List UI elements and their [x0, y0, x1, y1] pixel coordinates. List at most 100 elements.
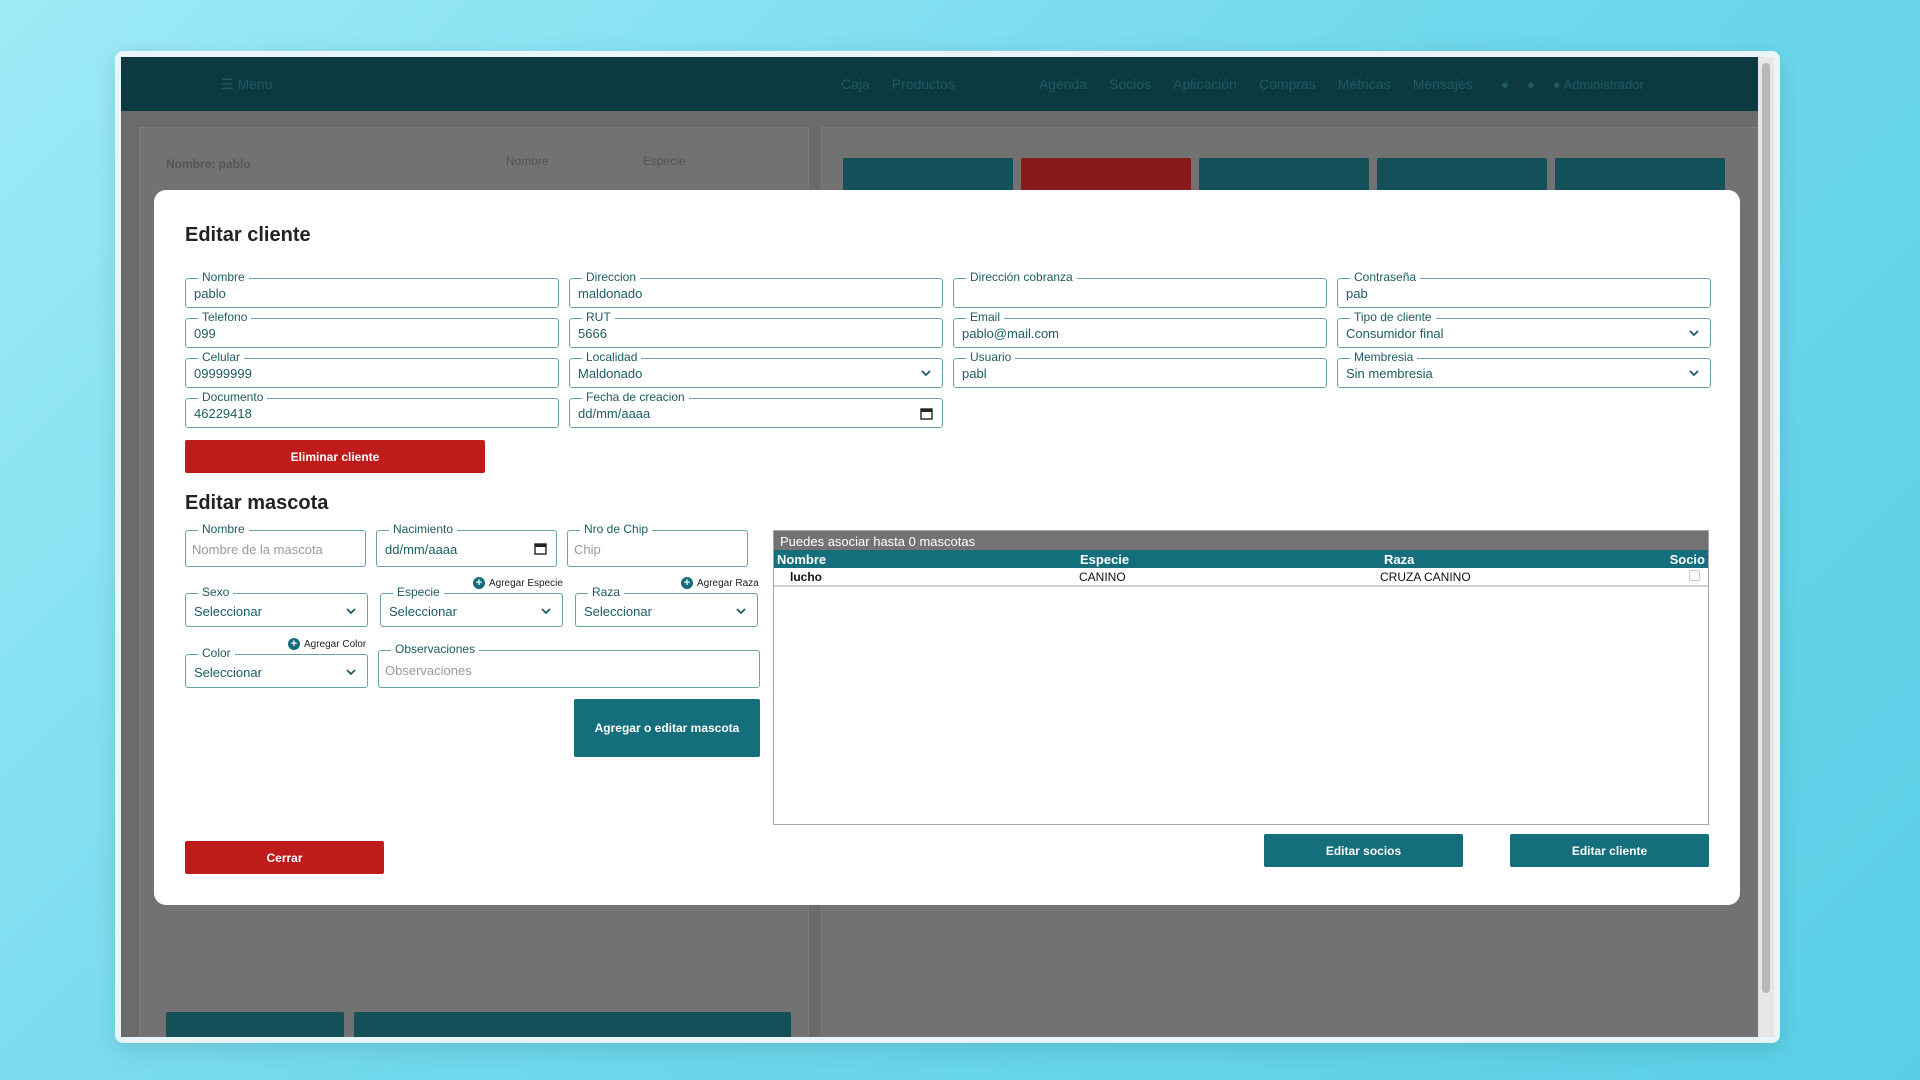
- client-type-select[interactable]: Tipo de cliente Consumidor final: [1337, 310, 1711, 348]
- header-especie: Especie: [1080, 552, 1130, 567]
- pet-row-socio-checkbox[interactable]: [1689, 570, 1700, 581]
- pet-chip-field[interactable]: Nro de Chip: [567, 522, 748, 567]
- password-label: Contraseña: [1350, 270, 1421, 284]
- nav-productos[interactable]: Productos: [892, 76, 955, 92]
- mobile-field[interactable]: Celular 09999999: [185, 350, 559, 388]
- phone-label: Telefono: [198, 310, 252, 324]
- client-address-field[interactable]: Direccion maldonado: [569, 270, 943, 308]
- creation-date-field[interactable]: Fecha de creacion dd/mm/aaaa: [569, 390, 943, 428]
- email-value: pablo@mail.com: [962, 326, 1060, 341]
- nav-compras[interactable]: Compras: [1259, 76, 1316, 92]
- membership-label: Membresia: [1350, 350, 1418, 364]
- main-nav: Caja Productos Agenda Socios Aplicación …: [841, 76, 1473, 92]
- bg-filter-label: Nombre: pablo: [166, 157, 251, 171]
- edit-client-modal: Editar cliente Nombre pablo Direccion ma…: [154, 190, 1740, 905]
- save-pet-button[interactable]: Agregar o editar mascota: [574, 699, 760, 757]
- bg-button-3: [1199, 158, 1369, 194]
- calendar-icon[interactable]: [920, 407, 933, 420]
- rut-value: 5666: [578, 326, 607, 341]
- chevron-down-icon: [541, 608, 551, 615]
- creation-date-label: Fecha de creacion: [582, 390, 689, 404]
- document-label: Documento: [198, 390, 268, 404]
- delete-client-button[interactable]: Eliminar cliente: [185, 440, 485, 473]
- pet-notes-field[interactable]: Observaciones: [378, 642, 760, 688]
- mobile-label: Celular: [198, 350, 245, 364]
- nav-socios[interactable]: Socios: [1109, 76, 1151, 92]
- add-color-link[interactable]: + Agregar Color: [288, 638, 366, 650]
- pet-row-breed: CRUZA CANINO: [1380, 570, 1471, 584]
- pet-name-label: Nombre: [198, 522, 249, 536]
- password-field[interactable]: Contraseña pab: [1337, 270, 1711, 308]
- billing-address-label: Dirección cobranza: [966, 270, 1077, 284]
- mobile-value: 09999999: [194, 366, 252, 381]
- pet-notes-label: Observaciones: [391, 642, 480, 656]
- pets-table: Puedes asociar hasta 0 mascotas Nombre E…: [773, 530, 1709, 825]
- pet-name-field[interactable]: Nombre: [185, 522, 366, 567]
- nav-caja[interactable]: Caja: [841, 76, 870, 92]
- add-breed-label: Agregar Raza: [697, 577, 759, 589]
- locality-select[interactable]: Localidad Maldonado: [569, 350, 943, 388]
- creation-date-value: dd/mm/aaaa: [578, 406, 651, 421]
- chevron-down-icon: [736, 608, 746, 615]
- locality-label: Localidad: [582, 350, 642, 364]
- pet-notes-input[interactable]: [385, 660, 735, 680]
- nav-metricas[interactable]: Métricas: [1338, 76, 1391, 92]
- pet-chip-label: Nro de Chip: [580, 522, 653, 536]
- calendar-icon[interactable]: [534, 542, 547, 555]
- document-field[interactable]: Documento 46229418: [185, 390, 559, 428]
- pets-table-header: Nombre Especie Raza Socio: [774, 550, 1708, 568]
- pet-breed-label: Raza: [588, 585, 625, 599]
- chevron-down-icon: [921, 370, 931, 377]
- pet-breed-select[interactable]: Raza Seleccionar: [575, 585, 758, 627]
- username-field[interactable]: Usuario pabl: [953, 350, 1327, 388]
- close-button[interactable]: Cerrar: [185, 841, 384, 874]
- add-species-label: Agregar Especie: [489, 577, 563, 589]
- pet-color-select[interactable]: Color Seleccionar: [185, 646, 368, 688]
- nav-agenda[interactable]: Agenda: [1039, 76, 1087, 92]
- pet-sex-label: Sexo: [198, 585, 234, 599]
- client-address-value: maldonado: [578, 286, 643, 301]
- client-type-label: Tipo de cliente: [1350, 310, 1436, 324]
- pet-sex-select[interactable]: Sexo Seleccionar: [185, 585, 368, 627]
- client-type-value: Consumidor final: [1346, 326, 1444, 341]
- pet-birth-field[interactable]: Nacimiento dd/mm/aaaa: [376, 522, 557, 567]
- nav-aplicacion[interactable]: Aplicación: [1173, 76, 1237, 92]
- chevron-down-icon: [346, 669, 356, 676]
- bg-button-4: [1377, 158, 1547, 194]
- membership-select[interactable]: Membresia Sin membresia: [1337, 350, 1711, 388]
- bg-button-2: [1021, 158, 1191, 194]
- bell-icon[interactable]: ●: [1501, 77, 1509, 92]
- username-label: Usuario: [966, 350, 1016, 364]
- menu-button[interactable]: ☰ Menu: [221, 76, 272, 93]
- edit-client-button[interactable]: Editar cliente: [1510, 834, 1709, 867]
- page-scrollbar[interactable]: [1758, 57, 1774, 1037]
- pet-chip-input[interactable]: [574, 539, 723, 559]
- table-row[interactable]: lucho CANINO CRUZA CANINO: [774, 568, 1708, 587]
- client-name-label: Nombre: [198, 270, 249, 284]
- pet-row-name[interactable]: lucho: [790, 570, 822, 584]
- pet-birth-value: dd/mm/aaaa: [385, 542, 458, 557]
- client-name-value: pablo: [194, 286, 226, 301]
- scrollbar-thumb[interactable]: [1762, 63, 1770, 993]
- chevron-down-icon: [1689, 330, 1699, 337]
- pet-sex-value: Seleccionar: [194, 604, 262, 619]
- user-menu[interactable]: ● Administrador: [1553, 77, 1644, 92]
- email-field[interactable]: Email pablo@mail.com: [953, 310, 1327, 348]
- pet-name-input[interactable]: [192, 539, 341, 559]
- add-species-link[interactable]: + Agregar Especie: [473, 577, 563, 589]
- gear-icon[interactable]: ●: [1527, 77, 1535, 92]
- password-value: pab: [1346, 286, 1368, 301]
- billing-address-field[interactable]: Dirección cobranza: [953, 270, 1327, 308]
- edit-socios-button[interactable]: Editar socios: [1264, 834, 1463, 867]
- nav-mensajes[interactable]: Mensajes: [1413, 76, 1473, 92]
- pet-species-label: Especie: [393, 585, 444, 599]
- plus-circle-icon: +: [288, 638, 300, 650]
- pet-species-select[interactable]: Especie Seleccionar: [380, 585, 563, 627]
- add-breed-link[interactable]: + Agregar Raza: [681, 577, 759, 589]
- phone-field[interactable]: Telefono 099: [185, 310, 559, 348]
- chevron-down-icon: [1689, 370, 1699, 377]
- phone-value: 099: [194, 326, 216, 341]
- client-name-field[interactable]: Nombre pablo: [185, 270, 559, 308]
- nav-hidden[interactable]: [977, 76, 1017, 92]
- rut-field[interactable]: RUT 5666: [569, 310, 943, 348]
